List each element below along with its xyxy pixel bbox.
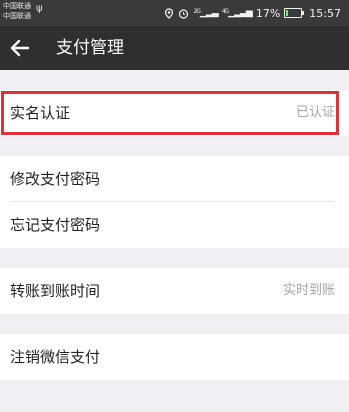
usb-icon: ψ bbox=[36, 3, 43, 14]
app-bar: 支付管理 bbox=[0, 26, 349, 70]
menu-item-label: 实名认证 bbox=[10, 104, 71, 122]
status-bar: 中国联通 中国联通 ψ 2G▁▂▃ 4G▁▂▃▅ 17% 15:57 bbox=[0, 0, 349, 26]
transfer-time-value: 实时到账 bbox=[282, 283, 335, 298]
group-transfer: 转账到账时间 实时到账 bbox=[0, 268, 349, 314]
group-password: 修改支付密码 忘记支付密码 bbox=[0, 156, 349, 248]
menu-item-deactivate[interactable]: 注销微信支付 bbox=[0, 334, 349, 380]
menu-item-change-password[interactable]: 修改支付密码 bbox=[0, 156, 349, 202]
menu-item-forgot-password[interactable]: 忘记支付密码 bbox=[0, 202, 349, 248]
clock: 15:57 bbox=[309, 6, 341, 20]
status-icons: 2G▁▂▃ 4G▁▂▃▅ 17% 15:57 bbox=[164, 0, 341, 26]
group-identity: 实名认证 已认证 bbox=[0, 90, 349, 136]
menu-item-transfer-time[interactable]: 转账到账时间 实时到账 bbox=[0, 268, 349, 314]
menu-item-label: 转账到账时间 bbox=[10, 282, 101, 300]
menu-item-label: 修改支付密码 bbox=[10, 170, 101, 188]
alarm-icon bbox=[179, 8, 189, 19]
back-arrow-icon[interactable] bbox=[8, 34, 32, 62]
carrier-1: 中国联通 bbox=[3, 2, 31, 10]
signal-icon-1: 2G▁▂▃ bbox=[193, 8, 218, 18]
carrier-2: 中国联通 bbox=[3, 12, 31, 20]
battery-icon bbox=[284, 8, 305, 18]
verified-status: 已认证 bbox=[295, 105, 335, 120]
page-title: 支付管理 bbox=[56, 38, 124, 58]
menu-item-label: 注销微信支付 bbox=[10, 348, 101, 366]
menu-item-label: 忘记支付密码 bbox=[10, 216, 101, 234]
signal-icon-2: 4G▁▂▃▅ bbox=[221, 8, 253, 18]
carrier-info: 中国联通 中国联通 bbox=[3, 1, 31, 21]
menu-item-real-name[interactable]: 实名认证 已认证 bbox=[0, 90, 349, 136]
group-deactivate: 注销微信支付 bbox=[0, 334, 349, 380]
location-icon bbox=[165, 7, 174, 19]
battery-percent: 17% bbox=[255, 6, 281, 20]
